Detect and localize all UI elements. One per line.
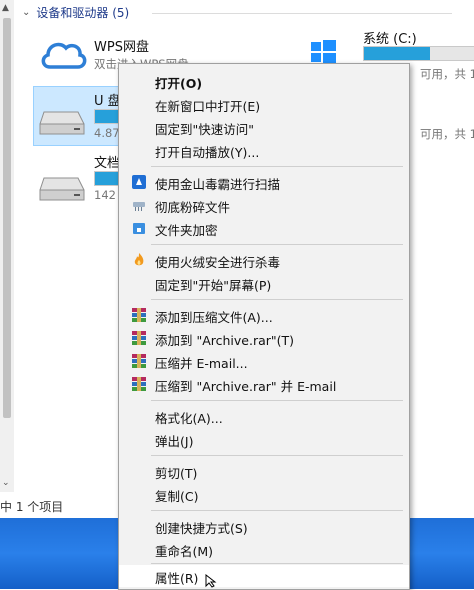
- menu-label: 固定到"快速访问": [155, 122, 254, 137]
- cloud-icon: [41, 42, 87, 69]
- kingsoft-antivirus-icon: [132, 175, 146, 189]
- scroll-down-icon[interactable]: ⌄: [2, 478, 10, 488]
- menu-label: 添加到 "Archive.rar"(T): [155, 333, 295, 348]
- menu-separator: [151, 455, 403, 456]
- menu-separator: [151, 166, 403, 167]
- menu-label: 使用金山毒霸进行扫描: [155, 177, 281, 192]
- menu-label: 属性(R): [155, 571, 199, 586]
- menu-label: 打开自动播放(Y)...: [155, 145, 260, 160]
- drive-name: U 盘: [94, 94, 121, 109]
- drive-size: 142: [94, 188, 116, 202]
- huorong-flame-icon: [134, 253, 144, 266]
- menu-label: 剪切(T): [155, 466, 198, 481]
- menu-label: 弹出(J): [155, 434, 194, 449]
- menu-label: 重命名(M): [155, 544, 214, 559]
- mouse-pointer-icon: [205, 574, 217, 588]
- drive-free-space: 可用，共 18: [420, 127, 474, 141]
- hard-drive-icon: [39, 177, 85, 201]
- menu-separator: [151, 400, 403, 401]
- drive-tile-wps[interactable]: WPS网盘 双击进入WPS网盘: [36, 30, 189, 80]
- drive-free-space: 可用，共 1: [420, 67, 474, 81]
- drive-name: 系统 (C:): [363, 32, 417, 47]
- drive-name: 文档: [94, 156, 121, 171]
- scroll-thumb[interactable]: [3, 18, 11, 418]
- hard-drive-icon: [39, 111, 85, 135]
- menu-item-compress-email[interactable]: 压缩并 E-mail...: [119, 350, 409, 372]
- menu-item-create-shortcut[interactable]: 创建快捷方式(S): [119, 515, 409, 537]
- menu-item-pin-start[interactable]: 固定到"开始"屏幕(P): [119, 272, 409, 294]
- menu-label: 添加到压缩文件(A)...: [155, 310, 273, 325]
- menu-item-eject[interactable]: 弹出(J): [119, 428, 409, 450]
- scroll-up-icon[interactable]: ▲: [2, 3, 9, 13]
- menu-label: 格式化(A)...: [155, 411, 223, 426]
- menu-label: 彻底粉碎文件: [155, 200, 231, 215]
- winrar-icon: [132, 354, 146, 368]
- menu-label: 固定到"开始"屏幕(P): [155, 278, 272, 293]
- menu-item-add-archive[interactable]: 添加到压缩文件(A)...: [119, 304, 409, 326]
- menu-label: 使用火绒安全进行杀毒: [155, 255, 281, 270]
- menu-item-open-new-window[interactable]: 在新窗口中打开(E): [119, 93, 409, 115]
- shredder-icon: [133, 202, 145, 211]
- menu-label: 文件夹加密: [155, 223, 218, 238]
- status-selection-count: 中 1 个项目: [0, 500, 64, 514]
- devices-drives-group-header[interactable]: ⌄ 设备和驱动器 (5): [22, 4, 129, 21]
- menu-item-pin-quick-access[interactable]: 固定到"快速访问": [119, 116, 409, 138]
- chevron-down-icon: ⌄: [22, 7, 31, 18]
- menu-item-add-archive-rar[interactable]: 添加到 "Archive.rar"(T): [119, 327, 409, 349]
- menu-item-open-autoplay[interactable]: 打开自动播放(Y)...: [119, 139, 409, 161]
- menu-label: 压缩到 "Archive.rar" 并 E-mail: [155, 379, 337, 394]
- menu-item-huorong-scan[interactable]: 使用火绒安全进行杀毒: [119, 249, 409, 271]
- winrar-icon: [132, 377, 146, 391]
- menu-separator: [151, 299, 403, 300]
- menu-item-open[interactable]: 打开(O): [119, 70, 409, 92]
- drive-size: 4.87: [94, 126, 120, 140]
- drive-usage-bar: [363, 46, 474, 61]
- drive-name: WPS网盘: [94, 40, 149, 55]
- context-menu: 打开(O) 在新窗口中打开(E) 固定到"快速访问" 打开自动播放(Y)... …: [118, 63, 410, 590]
- drive-tile-docs[interactable]: 文档 142: [36, 150, 126, 205]
- menu-item-format[interactable]: 格式化(A)...: [119, 405, 409, 427]
- menu-separator: [151, 563, 403, 564]
- menu-label: 创建快捷方式(S): [155, 521, 248, 536]
- menu-item-copy[interactable]: 复制(C): [119, 483, 409, 505]
- menu-item-scan-kingsoft[interactable]: 使用金山毒霸进行扫描: [119, 171, 409, 193]
- menu-item-shred[interactable]: 彻底粉碎文件: [119, 194, 409, 216]
- menu-item-rename[interactable]: 重命名(M): [119, 538, 409, 560]
- menu-label: 压缩并 E-mail...: [155, 356, 248, 371]
- group-header-label: 设备和驱动器 (5): [36, 6, 130, 20]
- menu-item-encrypt-folder[interactable]: 文件夹加密: [119, 217, 409, 239]
- folder-lock-icon: [133, 223, 145, 234]
- menu-label: 复制(C): [155, 489, 199, 504]
- drive-usage-fill: [364, 47, 430, 60]
- menu-label: 在新窗口中打开(E): [155, 99, 261, 114]
- menu-item-properties[interactable]: 属性(R): [119, 565, 409, 587]
- winrar-icon: [132, 331, 146, 345]
- winrar-icon: [132, 308, 146, 322]
- menu-separator: [151, 510, 403, 511]
- menu-separator: [151, 244, 403, 245]
- group-divider: [152, 13, 452, 14]
- menu-item-compress-rar-email[interactable]: 压缩到 "Archive.rar" 并 E-mail: [119, 373, 409, 395]
- vertical-scrollbar[interactable]: ▲ ⌄: [0, 0, 14, 492]
- menu-item-cut[interactable]: 剪切(T): [119, 460, 409, 482]
- menu-label: 打开(O): [155, 76, 203, 91]
